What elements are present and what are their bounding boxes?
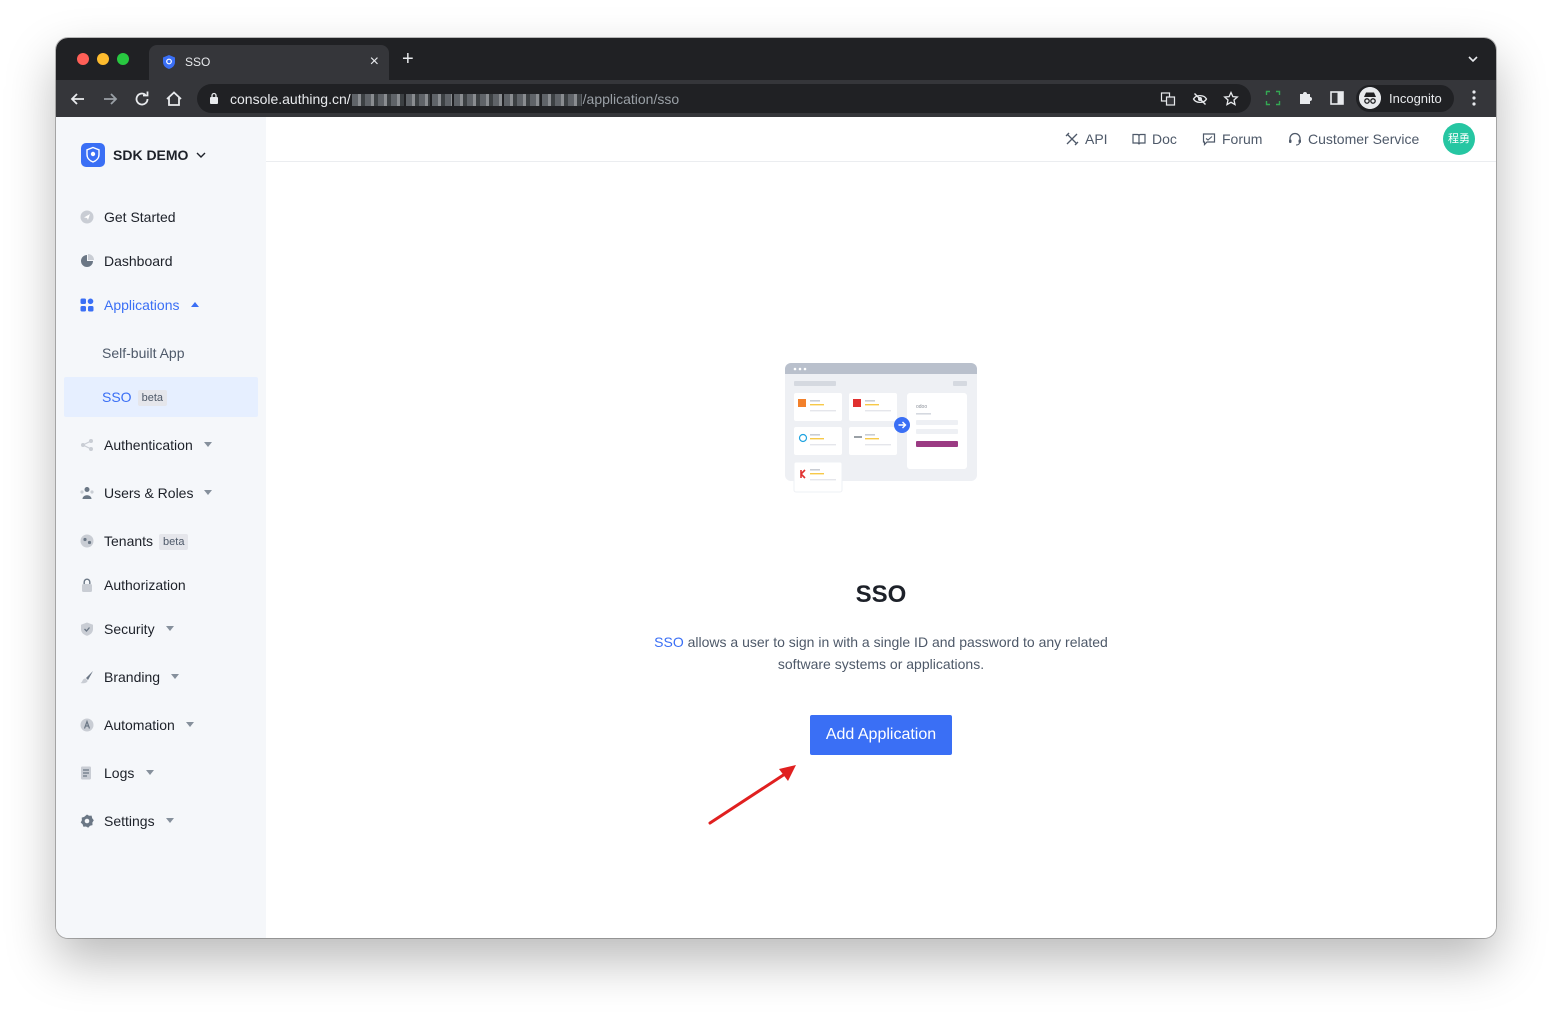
- top-navigation: API Doc Forum Customer Service 程勇: [266, 117, 1496, 162]
- headset-icon: [1289, 132, 1301, 146]
- tenants-icon: [80, 534, 94, 548]
- tab-close-icon[interactable]: ×: [370, 52, 379, 72]
- customer-service-link[interactable]: Customer Service: [1288, 131, 1419, 147]
- caret-down-icon: [171, 674, 179, 679]
- tools-icon: [1065, 132, 1079, 146]
- sidebar-item-security[interactable]: Security: [64, 609, 258, 649]
- incognito-profile-button[interactable]: Incognito: [1356, 85, 1454, 112]
- message-square-icon: [1202, 133, 1216, 146]
- close-window-button[interactable]: [77, 53, 89, 65]
- sidebar-item-applications[interactable]: Applications: [64, 285, 258, 325]
- user-avatar[interactable]: 程勇: [1443, 123, 1475, 155]
- browser-toolbar: console.authing.cn//application/sso Inco…: [56, 80, 1496, 117]
- share-nodes-icon: [81, 439, 93, 451]
- forum-link[interactable]: Forum: [1202, 131, 1262, 147]
- users-icon: [80, 487, 94, 499]
- sso-illustration: odoo: [785, 363, 977, 493]
- sidebar-item-get-started[interactable]: Get Started: [64, 197, 258, 237]
- apps-grid-icon: [80, 298, 94, 312]
- address-bar[interactable]: console.authing.cn//application/sso: [197, 84, 1251, 113]
- book-icon: [1132, 133, 1146, 145]
- eye-off-icon[interactable]: [1192, 91, 1208, 107]
- caret-down-icon: [186, 722, 194, 727]
- extensions-puzzle-icon[interactable]: [1297, 90, 1313, 106]
- automation-icon: [80, 718, 94, 732]
- forward-icon[interactable]: [100, 89, 120, 109]
- paper-plane-icon: [80, 210, 94, 224]
- caret-down-icon: [146, 770, 154, 775]
- side-panel-icon[interactable]: [1329, 90, 1345, 106]
- annotation-arrow-icon: [708, 765, 796, 825]
- back-icon[interactable]: [68, 89, 88, 109]
- tab-title: SSO: [185, 55, 211, 69]
- brand-logo-icon: [81, 143, 105, 167]
- illustration-label: odoo: [916, 404, 927, 410]
- sidebar-item-logs[interactable]: Logs: [64, 753, 258, 793]
- minimize-window-button[interactable]: [97, 53, 109, 65]
- lock-icon: [210, 92, 218, 104]
- sidebar-item-automation[interactable]: Automation: [64, 705, 258, 745]
- add-application-button[interactable]: Add Application: [810, 715, 952, 755]
- beta-badge: beta: [159, 534, 189, 550]
- brand-name: SDK DEMO: [113, 147, 189, 163]
- caret-up-icon: [191, 302, 199, 307]
- home-icon[interactable]: [164, 89, 184, 109]
- caret-down-icon: [204, 442, 212, 447]
- sidebar-item-sso[interactable]: SSO beta: [64, 377, 258, 417]
- sidebar-item-users-roles[interactable]: Users & Roles: [64, 473, 258, 513]
- sidebar-item-self-built-app[interactable]: Self-built App: [64, 333, 258, 373]
- screen-capture-icon[interactable]: [1265, 90, 1281, 106]
- caret-down-icon: [204, 490, 212, 495]
- main-content: API Doc Forum Customer Service 程勇 odoo S…: [266, 117, 1496, 938]
- chevron-down-icon: [196, 152, 206, 158]
- browser-tab-sso[interactable]: SSO ×: [149, 45, 389, 80]
- caret-down-icon: [166, 626, 174, 631]
- shield-icon: [81, 622, 93, 636]
- tab-strip: SSO × +: [56, 38, 1496, 80]
- browser-menu-icon[interactable]: [1466, 89, 1482, 107]
- sidebar-item-authentication[interactable]: Authentication: [64, 425, 258, 465]
- sidebar-item-branding[interactable]: Branding: [64, 657, 258, 697]
- app-switcher[interactable]: SDK DEMO: [81, 143, 206, 167]
- sidebar: SDK DEMO Get Started Dashboard Applicati…: [56, 117, 266, 938]
- zoom-window-button[interactable]: [117, 53, 129, 65]
- api-link[interactable]: API: [1065, 131, 1108, 147]
- tab-search-chevron-icon[interactable]: [1466, 52, 1480, 66]
- caret-down-icon: [166, 818, 174, 823]
- brush-icon: [80, 671, 93, 684]
- empty-state-description: SSO allows a user to sign in with a sing…: [654, 634, 1108, 672]
- sidebar-item-authorization[interactable]: Authorization: [64, 565, 258, 605]
- pie-chart-icon: [81, 254, 94, 267]
- gear-icon: [80, 814, 94, 828]
- empty-state-title: SSO: [855, 581, 907, 608]
- sidebar-item-tenants[interactable]: Tenants beta: [64, 521, 258, 561]
- beta-badge: beta: [137, 390, 167, 406]
- reload-icon[interactable]: [132, 89, 152, 109]
- sidebar-item-sso-label: SSO: [102, 389, 132, 405]
- sidebar-item-tenants-label: Tenants: [104, 533, 154, 549]
- incognito-label: Incognito: [1389, 91, 1442, 106]
- sso-doc-link[interactable]: SSO: [654, 634, 684, 650]
- bookmark-star-icon[interactable]: [1223, 91, 1239, 107]
- browser-window: SSO × + console.authing.cn//application/…: [56, 38, 1496, 938]
- new-tab-button[interactable]: +: [402, 48, 414, 70]
- url-text: console.authing.cn//application/sso: [230, 91, 680, 107]
- sidebar-item-dashboard[interactable]: Dashboard: [64, 241, 258, 281]
- sidebar-item-settings[interactable]: Settings: [64, 801, 258, 841]
- logs-icon: [81, 766, 91, 780]
- incognito-icon: [1359, 87, 1381, 109]
- translate-icon[interactable]: [1160, 91, 1176, 107]
- console-app: SDK DEMO Get Started Dashboard Applicati…: [56, 117, 1496, 938]
- lock-icon: [82, 578, 92, 592]
- shield-favicon-icon: [163, 55, 175, 69]
- doc-link[interactable]: Doc: [1132, 131, 1177, 147]
